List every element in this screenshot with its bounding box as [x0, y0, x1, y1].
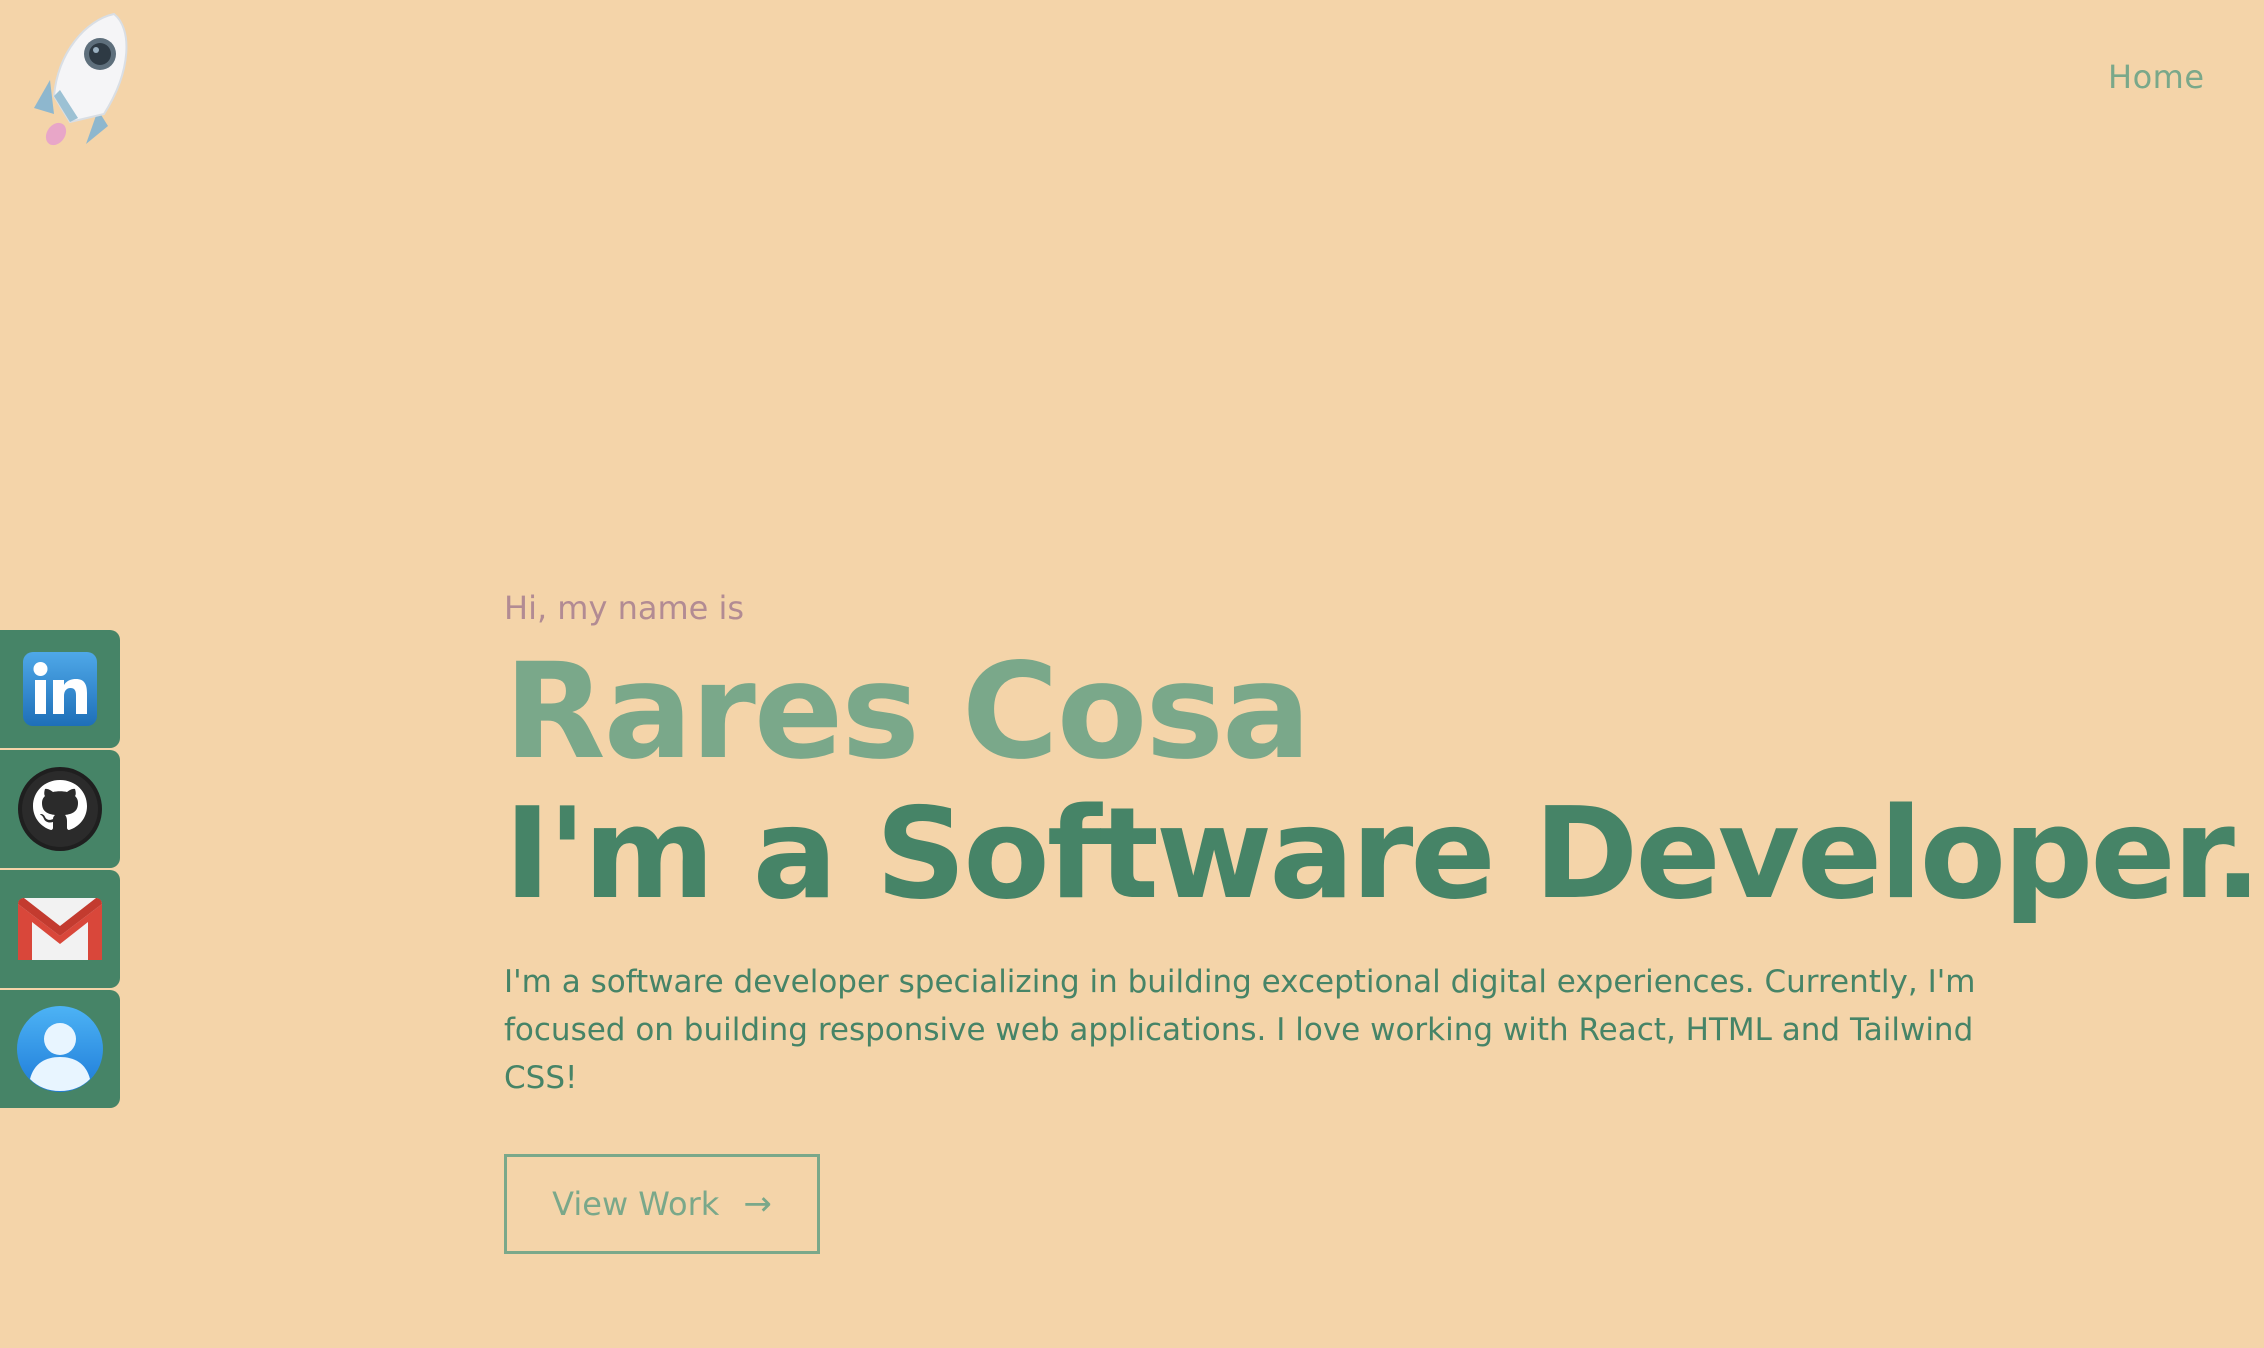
view-work-button[interactable]: View Work →	[504, 1154, 820, 1254]
github-link[interactable]	[0, 750, 120, 868]
hero-section: Hi, my name is Rares Cosa I'm a Software…	[504, 584, 2264, 1254]
social-sidebar	[0, 630, 120, 1110]
arrow-right-icon: →	[743, 1184, 772, 1224]
intro-text: Hi, my name is	[504, 589, 745, 627]
nav-home-link[interactable]: Home	[2108, 58, 2205, 96]
hero-description: I'm a software developer specializing in…	[504, 964, 1976, 1096]
user-icon	[17, 1006, 103, 1092]
view-work-label: View Work	[552, 1185, 720, 1223]
gmail-link[interactable]	[0, 870, 120, 988]
mail-icon	[18, 898, 102, 960]
linkedin-icon	[23, 652, 97, 726]
rocket-logo-icon[interactable]	[28, 10, 138, 150]
github-icon	[18, 767, 102, 851]
role-heading: I'm a Software Developer.	[504, 780, 2262, 927]
top-nav: Home	[2108, 58, 2205, 96]
page: Home Hi, my name is Rares Cosa I'm a Sof…	[0, 0, 2264, 1348]
linkedin-link[interactable]	[0, 630, 120, 748]
name-heading: Rares Cosa	[504, 635, 1311, 789]
profile-link[interactable]	[0, 990, 120, 1108]
